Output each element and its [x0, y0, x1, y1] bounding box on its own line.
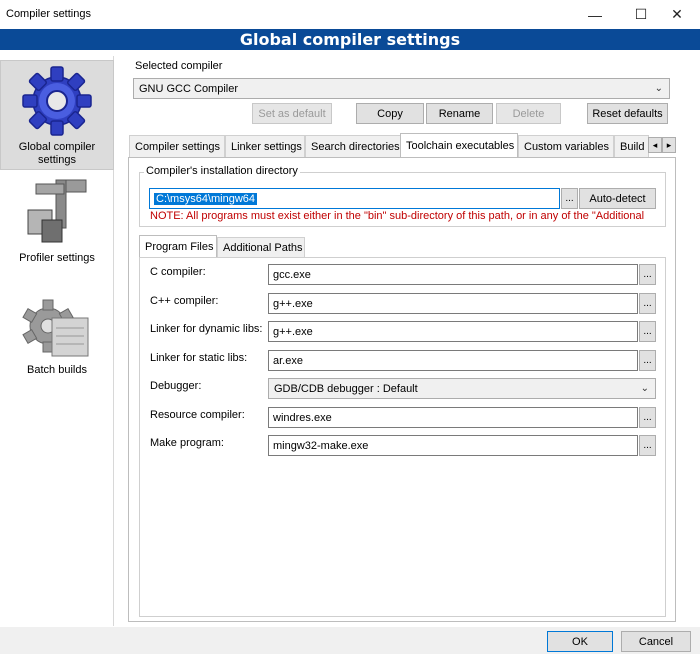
- cpp-compiler-input[interactable]: g++.exe: [268, 293, 638, 314]
- cpp-compiler-browse-button[interactable]: ...: [639, 293, 656, 314]
- ok-button[interactable]: OK: [547, 631, 613, 652]
- gear-icon: [22, 66, 92, 136]
- delete-button[interactable]: Delete: [496, 103, 561, 124]
- installation-directory-browse-button[interactable]: ...: [561, 188, 578, 209]
- debugger-select[interactable]: GDB/CDB debugger : Default ⌄: [268, 378, 656, 399]
- make-program-browse-button[interactable]: ...: [639, 435, 656, 456]
- batch-builds-icon: [22, 299, 89, 357]
- linker-dynamic-input[interactable]: g++.exe: [268, 321, 638, 342]
- title-bar: Compiler settings — ☐ ✕: [0, 0, 700, 29]
- sidebar-item-global-compiler-settings[interactable]: Global compiler settings: [0, 60, 114, 170]
- compiler-select-value: GNU GCC Compiler: [139, 82, 239, 95]
- cpp-compiler-label: C++ compiler:: [150, 295, 219, 307]
- installation-note: NOTE: All programs must exist either in …: [150, 210, 645, 222]
- profiler-icon: [27, 179, 87, 243]
- auto-detect-button[interactable]: Auto-detect: [579, 188, 656, 209]
- header-banner: Global compiler settings: [0, 29, 700, 50]
- sidebar-item-profiler-settings[interactable]: Profiler settings: [0, 172, 114, 272]
- make-program-input[interactable]: mingw32-make.exe: [268, 435, 638, 456]
- resource-compiler-browse-button[interactable]: ...: [639, 407, 656, 428]
- minimize-button[interactable]: —: [572, 0, 618, 29]
- tab-linker-settings[interactable]: Linker settings: [225, 135, 305, 157]
- set-as-default-button[interactable]: Set as default: [252, 103, 332, 124]
- debugger-label: Debugger:: [150, 380, 202, 392]
- sidebar-item-batch-builds[interactable]: Batch builds: [0, 292, 114, 382]
- linker-dynamic-label: Linker for dynamic libs:: [150, 323, 263, 335]
- tab-toolchain-executables[interactable]: Toolchain executables: [400, 133, 518, 158]
- resource-compiler-input[interactable]: windres.exe: [268, 407, 638, 428]
- sidebar: Global compiler settings Profiler settin…: [0, 56, 114, 626]
- subtab-program-files[interactable]: Program Files: [139, 235, 217, 258]
- chevron-down-icon: ⌄: [640, 383, 649, 394]
- rename-button[interactable]: Rename: [426, 103, 493, 124]
- c-compiler-browse-button[interactable]: ...: [639, 264, 656, 285]
- tab-scroll-left-button[interactable]: ◂: [648, 137, 662, 153]
- selected-compiler-label: Selected compiler: [135, 60, 223, 72]
- window-title: Compiler settings: [6, 8, 91, 20]
- compiler-select[interactable]: GNU GCC Compiler ⌄: [133, 78, 670, 99]
- linker-static-browse-button[interactable]: ...: [639, 350, 656, 371]
- sidebar-item-label: Batch builds: [27, 364, 87, 376]
- c-compiler-input[interactable]: gcc.exe: [268, 264, 638, 285]
- linker-dynamic-browse-button[interactable]: ...: [639, 321, 656, 342]
- chevron-down-icon: ⌄: [654, 83, 663, 94]
- installation-directory-input[interactable]: C:\msys64\mingw64: [149, 188, 560, 209]
- tab-compiler-settings[interactable]: Compiler settings: [129, 135, 225, 157]
- tab-scroll-right-button[interactable]: ▸: [662, 137, 676, 153]
- copy-button[interactable]: Copy: [356, 103, 424, 124]
- cancel-button[interactable]: Cancel: [621, 631, 691, 652]
- linker-static-input[interactable]: ar.exe: [268, 350, 638, 371]
- tab-search-directories[interactable]: Search directories: [305, 135, 401, 157]
- debugger-select-value: GDB/CDB debugger : Default: [274, 382, 418, 395]
- tab-custom-variables[interactable]: Custom variables: [518, 135, 614, 157]
- subtab-additional-paths[interactable]: Additional Paths: [217, 237, 305, 257]
- sidebar-item-label: Global compiler settings: [18, 141, 96, 166]
- installation-directory-value: C:\msys64\mingw64: [154, 192, 258, 205]
- close-button[interactable]: ✕: [654, 0, 700, 29]
- tab-build[interactable]: Build: [614, 135, 649, 157]
- sidebar-item-label: Profiler settings: [19, 252, 95, 264]
- c-compiler-label: C compiler:: [150, 266, 206, 278]
- reset-defaults-button[interactable]: Reset defaults: [587, 103, 668, 124]
- installation-directory-label: Compiler's installation directory: [144, 165, 300, 177]
- make-program-label: Make program:: [150, 437, 224, 449]
- resource-compiler-label: Resource compiler:: [150, 409, 245, 421]
- linker-static-label: Linker for static libs:: [150, 352, 248, 364]
